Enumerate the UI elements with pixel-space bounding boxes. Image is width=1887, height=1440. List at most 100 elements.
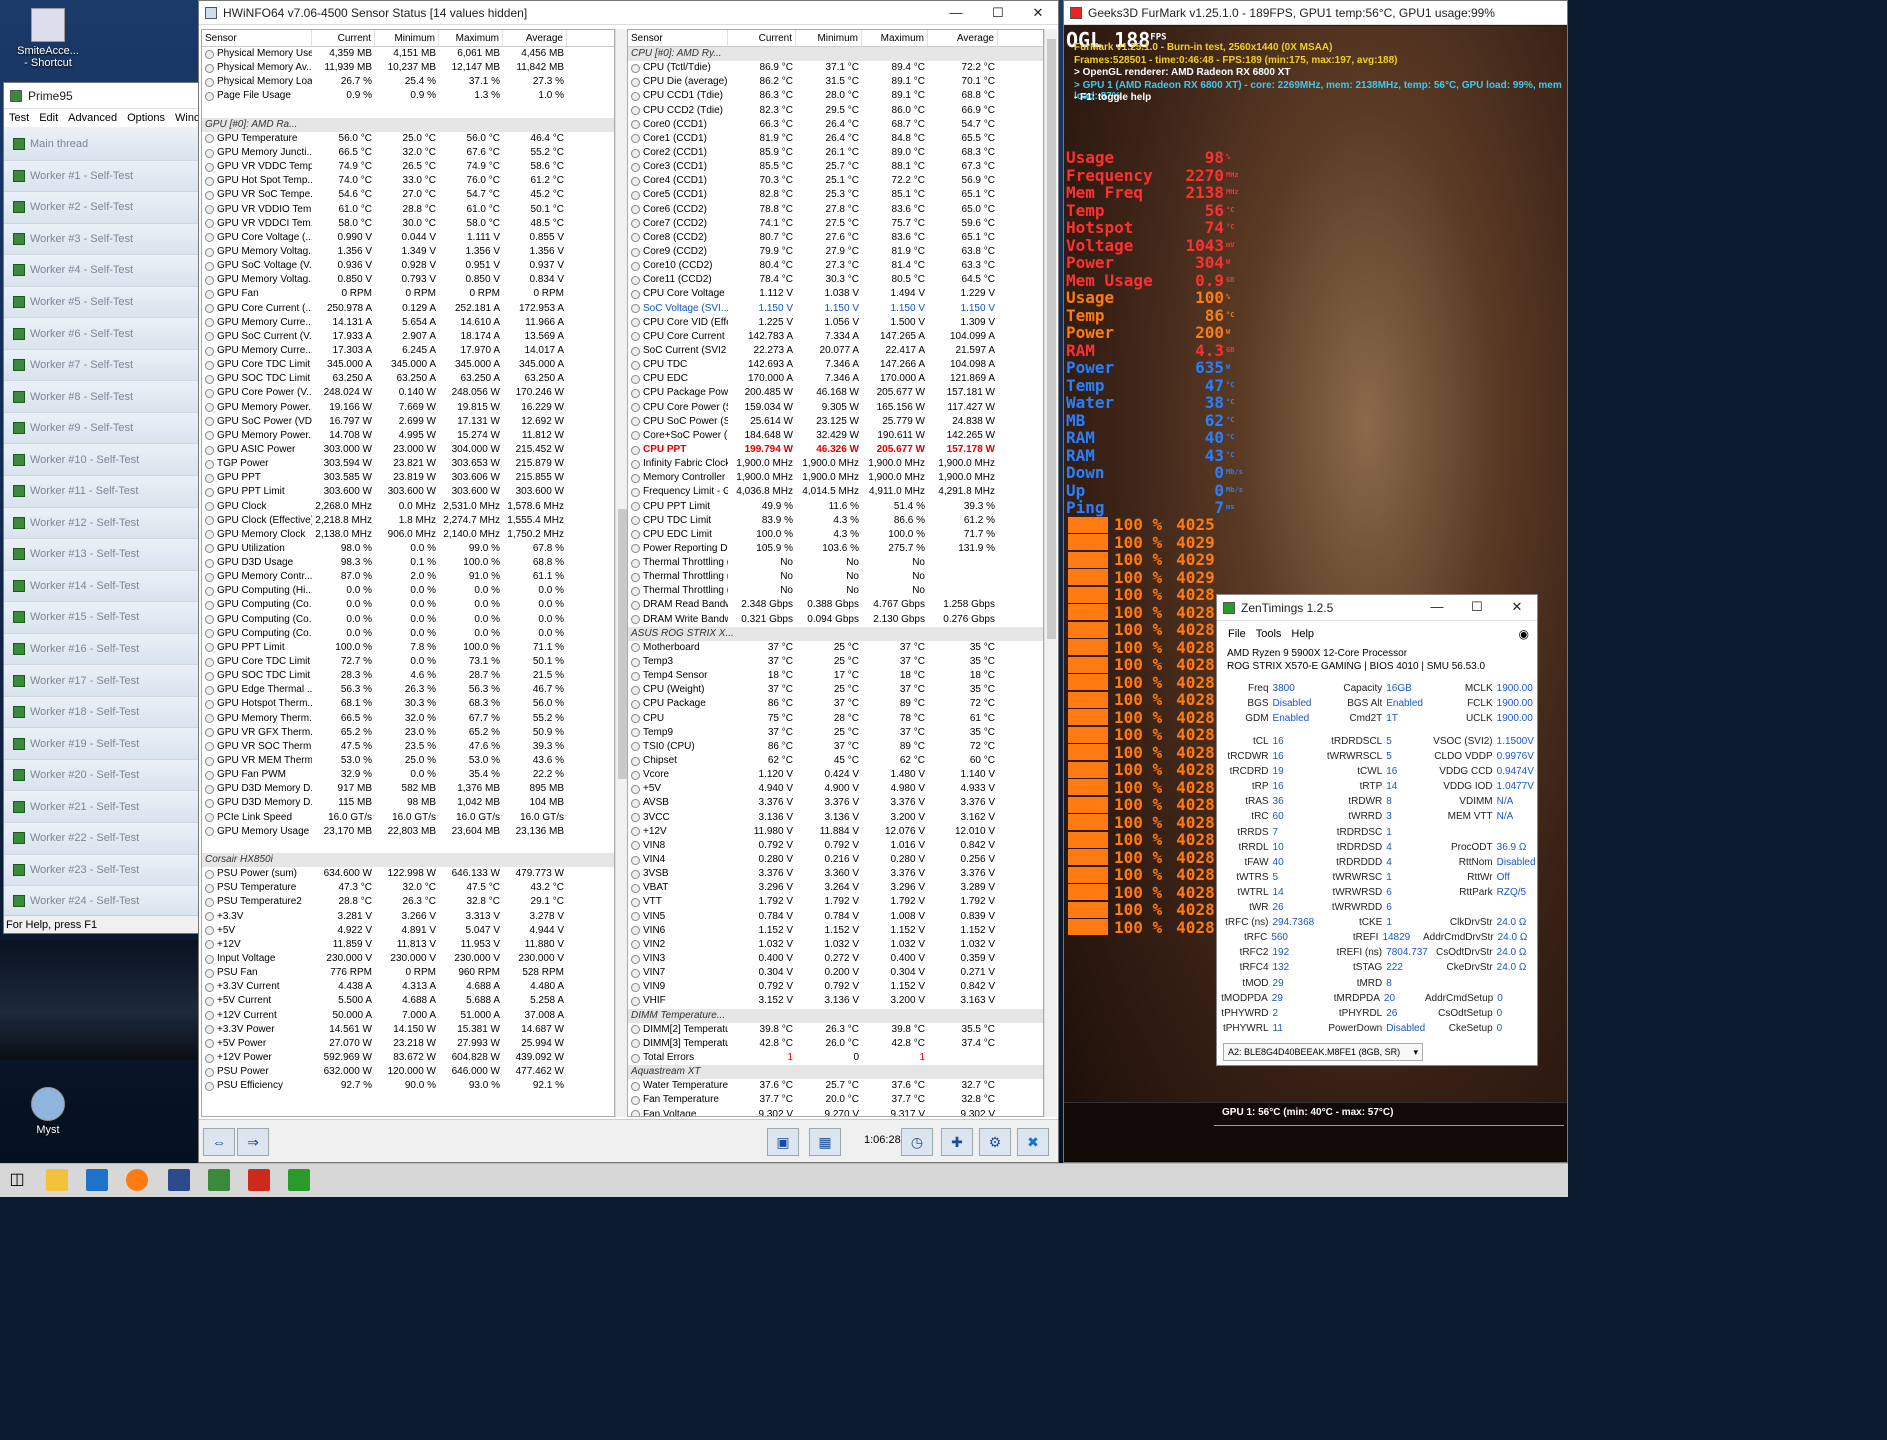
- zen-menu-tools[interactable]: Tools: [1251, 625, 1287, 643]
- zen-menu-help[interactable]: Help: [1286, 625, 1319, 643]
- column-header-maximum[interactable]: Maximum: [862, 30, 928, 46]
- sensor-row[interactable]: GPU Computing (Hi... 0.0 % 0.0 % 0.0 % 0.0 %: [202, 584, 614, 598]
- sensor-row[interactable]: GPU Fan 0 RPM 0 RPM 0 RPM 0 RPM: [202, 287, 614, 301]
- sensor-row[interactable]: DRAM Read Bandwi...2.348 Gbps0.388 Gbps4…: [628, 598, 1043, 612]
- sensor-row[interactable]: Infinity Fabric Clock...1,900.0 MHz1,900…: [628, 457, 1043, 471]
- sensor-row[interactable]: PSU Temperature 47.3 °C 32.0 °C 47.5 °C 43.2…: [202, 881, 614, 895]
- sensor-row[interactable]: GPU PPT Limit 303.600 W 303.600 W 303.600 W…: [202, 485, 614, 499]
- worker-list-item[interactable]: Worker #11 - Self-Test: [4, 476, 198, 508]
- sensor-row[interactable]: TGP Power 303.594 W 23.821 W 303.653 W 215.8…: [202, 457, 614, 471]
- sensor-row[interactable]: Core4 (CCD1) 70.3 °C 25.1 °C 72.2 °C 56.9 °C: [628, 174, 1043, 188]
- sensor-row[interactable]: GPU VR GFX Therm... 65.2 % 23.0 % 65.2 % 50.…: [202, 726, 614, 740]
- sensor-row[interactable]: DIMM[2] Temperature39.8 °C26.3 °C39.8 °C…: [628, 1023, 1043, 1037]
- minimize-button[interactable]: —: [936, 1, 976, 25]
- sensor-row[interactable]: CPU Die (average) 86.2 °C 31.5 °C 89.1 °C 70…: [628, 75, 1043, 89]
- sensor-row[interactable]: Frequency Limit - Gl...4,036.8 MHz4,014.…: [628, 485, 1043, 499]
- sensor-row[interactable]: GPU Hot Spot Temp... 74.0 °C 33.0 °C 76.0 °…: [202, 174, 614, 188]
- sensor-row[interactable]: Temp3 37 °C 25 °C 37 °C 35 °C: [628, 655, 1043, 669]
- sensor-row[interactable]: CPU Package Power 200.485 W 46.168 W 205.67…: [628, 386, 1043, 400]
- sensor-row[interactable]: CPU Core Voltage (...1.112 V1.038 V1.494…: [628, 287, 1043, 301]
- column-header-current[interactable]: Current: [728, 30, 796, 46]
- sensor-row[interactable]: Chipset 62 °C 45 °C 62 °C 60 °C: [628, 754, 1043, 768]
- settings-gear-icon[interactable]: ⚙: [979, 1128, 1011, 1156]
- zen-maximize-button[interactable]: ☐: [1457, 595, 1497, 619]
- worker-list-item[interactable]: Worker #15 - Self-Test: [4, 602, 198, 634]
- sensor-row[interactable]: GPU Computing (Co... 0.0 % 0.0 % 0.0 % 0.0 %: [202, 627, 614, 641]
- worker-list-item[interactable]: Worker #8 - Self-Test: [4, 381, 198, 413]
- worker-list-item[interactable]: Worker #22 - Self-Test: [4, 823, 198, 855]
- sensor-row[interactable]: GPU Memory Clock 2,138.0 MHz 906.0 MHz 2,14…: [202, 528, 614, 542]
- sensor-row[interactable]: VIN7 0.304 V 0.200 V 0.304 V 0.271 V: [628, 966, 1043, 980]
- search-icon[interactable]: ◫: [6, 1169, 28, 1191]
- sensor-row[interactable]: Total Errors 1 0 1: [628, 1051, 1043, 1065]
- file-explorer-icon[interactable]: [46, 1169, 68, 1191]
- sensor-row[interactable]: GPU Memory Therm... 66.5 % 32.0 % 67.7 % 55.…: [202, 712, 614, 726]
- hwinfo-titlebar[interactable]: HWiNFO64 v7.06-4500 Sensor Status [14 va…: [199, 1, 1058, 25]
- sensor-row[interactable]: GPU Fan PWM 32.9 % 0.0 % 35.4 % 22.2 %: [202, 768, 614, 782]
- sensor-row[interactable]: GPU Core TDC Limit 345.000 A 345.000 A 345.…: [202, 358, 614, 372]
- menu-advanced[interactable]: Advanced: [63, 109, 122, 127]
- sensor-row[interactable]: CPU EDC 170.000 A 7.346 A 170.000 A 121.869 …: [628, 372, 1043, 386]
- sensor-row[interactable]: PSU Fan 776 RPM 0 RPM 960 RPM 528 RPM: [202, 966, 614, 980]
- sensor-row[interactable]: GPU Edge Thermal ... 56.3 % 26.3 % 56.3 % 46…: [202, 683, 614, 697]
- sensor-group-header[interactable]: GPU [#0]: AMD Ra...: [202, 117, 614, 132]
- sensor-row[interactable]: GPU Core Power (V... 248.024 W 0.140 W 248.…: [202, 386, 614, 400]
- sensor-row[interactable]: CPU (Weight) 37 °C 25 °C 37 °C 35 °C: [628, 683, 1043, 697]
- sensor-row[interactable]: PCIe Link Speed 16.0 GT/s 16.0 GT/s 16.0 GT…: [202, 811, 614, 825]
- prev-arrows-button[interactable]: ⇔: [203, 1128, 235, 1156]
- network-icon[interactable]: ▦: [809, 1128, 841, 1156]
- worker-list-item[interactable]: Worker #2 - Self-Test: [4, 192, 198, 224]
- sensor-row[interactable]: VIN6 1.152 V 1.152 V 1.152 V 1.152 V: [628, 924, 1043, 938]
- sensor-row[interactable]: VIN8 0.792 V 0.792 V 1.016 V 0.842 V: [628, 839, 1043, 853]
- worker-list-item[interactable]: Worker #13 - Self-Test: [4, 539, 198, 571]
- sensor-row[interactable]: +5V 4.940 V 4.900 V 4.980 V 4.933 V: [628, 782, 1043, 796]
- sensor-row[interactable]: CPU EDC Limit 100.0 % 4.3 % 100.0 % 71.7 %: [628, 528, 1043, 542]
- report-add-icon[interactable]: ✚: [941, 1128, 973, 1156]
- sensor-row[interactable]: Input Voltage 230.000 V 230.000 V 230.000 V…: [202, 952, 614, 966]
- module-select[interactable]: A2: BLE8G4D40BEEAK.M8FE1 (8GB, SR) ▾: [1223, 1043, 1423, 1061]
- furmark-titlebar[interactable]: Geeks3D FurMark v1.25.1.0 - 189FPS, GPU1…: [1064, 1, 1567, 25]
- sensor-group-header[interactable]: Corsair HX850i: [202, 853, 614, 868]
- prime95-titlebar[interactable]: Prime95: [4, 83, 198, 109]
- smite-shortcut-icon[interactable]: SmiteAcce... - Shortcut: [8, 8, 88, 69]
- sensor-row[interactable]: Thermal Throttling (...NoNoNo: [628, 570, 1043, 584]
- worker-list-item[interactable]: Worker #6 - Self-Test: [4, 318, 198, 350]
- sensor-group-header[interactable]: ASUS ROG STRIX X...: [628, 626, 1043, 641]
- mail-icon[interactable]: [86, 1169, 108, 1191]
- sensor-row[interactable]: CPU TDC Limit 83.9 % 4.3 % 86.6 % 61.2 %: [628, 514, 1043, 528]
- sensor-row[interactable]: GPU VR SoC Tempe... 54.6 °C 27.0 °C 54.7 °C…: [202, 188, 614, 202]
- sensor-table-left[interactable]: Sensor Current Minimum Maximum Average Physic…: [201, 29, 615, 1117]
- clock-icon[interactable]: ◷: [901, 1128, 933, 1156]
- sensor-row[interactable]: SoC Current (SVI2 ...22.273 A20.077 A22.…: [628, 344, 1043, 358]
- sensor-row[interactable]: PSU Efficiency 92.7 % 90.0 % 93.0 % 92.1 %: [202, 1079, 614, 1093]
- sensor-row[interactable]: GPU Clock 2,268.0 MHz 0.0 MHz 2,531.0 MHz 1,…: [202, 500, 614, 514]
- sensor-row[interactable]: GPU VR VDDCI Tem... 58.0 °C 30.0 °C 58.0 °C…: [202, 217, 614, 231]
- sensor-row[interactable]: GPU SOC TDC Limit 63.250 A 63.250 A 63.250 …: [202, 372, 614, 386]
- sensor-row[interactable]: 3VSB 3.376 V 3.360 V 3.376 V 3.376 V: [628, 867, 1043, 881]
- worker-list-item[interactable]: Main thread: [4, 129, 198, 161]
- sensor-row[interactable]: Fan Voltage 9.302 V 9.270 V 9.317 V 9.302 V: [628, 1108, 1043, 1116]
- zentimings-titlebar[interactable]: ZenTimings 1.2.5 — ☐ ✕: [1217, 595, 1537, 621]
- sensor-row[interactable]: +12V Power 592.969 W 83.672 W 604.828 W 439.…: [202, 1051, 614, 1065]
- close-sensors-icon[interactable]: ✖: [1017, 1128, 1049, 1156]
- worker-list-item[interactable]: Worker #21 - Self-Test: [4, 791, 198, 824]
- sensor-table-right[interactable]: Sensor Current Minimum Maximum Average CPU [#…: [627, 29, 1044, 1117]
- monitor-icon[interactable]: ▣: [767, 1128, 799, 1156]
- sensor-row[interactable]: CPU Core Current (...142.783 A7.334 A147…: [628, 330, 1043, 344]
- sensor-row[interactable]: Core7 (CCD2) 74.1 °C 27.5 °C 75.7 °C 59.6 °C: [628, 217, 1043, 231]
- sensor-row[interactable]: 3VCC 3.136 V 3.136 V 3.200 V 3.162 V: [628, 811, 1043, 825]
- sensor-group-header[interactable]: DIMM Temperature...: [628, 1008, 1043, 1023]
- sensor-row[interactable]: GPU SOC TDC Limit 28.3 % 4.6 % 28.7 % 21.5 %: [202, 669, 614, 683]
- sensor-row[interactable]: Core5 (CCD1) 82.8 °C 25.3 °C 85.1 °C 65.1 °C: [628, 188, 1043, 202]
- sensor-row[interactable]: VTT 1.792 V 1.792 V 1.792 V 1.792 V: [628, 895, 1043, 909]
- zentimings-task-icon[interactable]: [288, 1169, 310, 1191]
- menu-test[interactable]: Test: [4, 109, 34, 127]
- sensor-row[interactable]: +12V 11.980 V 11.884 V 12.076 V 12.010 V: [628, 825, 1043, 839]
- sensor-row[interactable]: VIN4 0.280 V 0.216 V 0.280 V 0.256 V: [628, 853, 1043, 867]
- sensor-row[interactable]: VIN3 0.400 V 0.272 V 0.400 V 0.359 V: [628, 952, 1043, 966]
- worker-list-item[interactable]: Worker #16 - Self-Test: [4, 633, 198, 666]
- sensor-row[interactable]: CPU (Tctl/Tdie) 86.9 °C 37.1 °C 89.4 °C 72.2…: [628, 61, 1043, 75]
- sensor-row[interactable]: Core0 (CCD1) 66.3 °C 26.4 °C 68.7 °C 54.7 °C: [628, 118, 1043, 132]
- menu-edit[interactable]: Edit: [34, 109, 63, 127]
- sensor-row[interactable]: GPU Memory Contr... 87.0 % 2.0 % 91.0 % 61.1…: [202, 570, 614, 584]
